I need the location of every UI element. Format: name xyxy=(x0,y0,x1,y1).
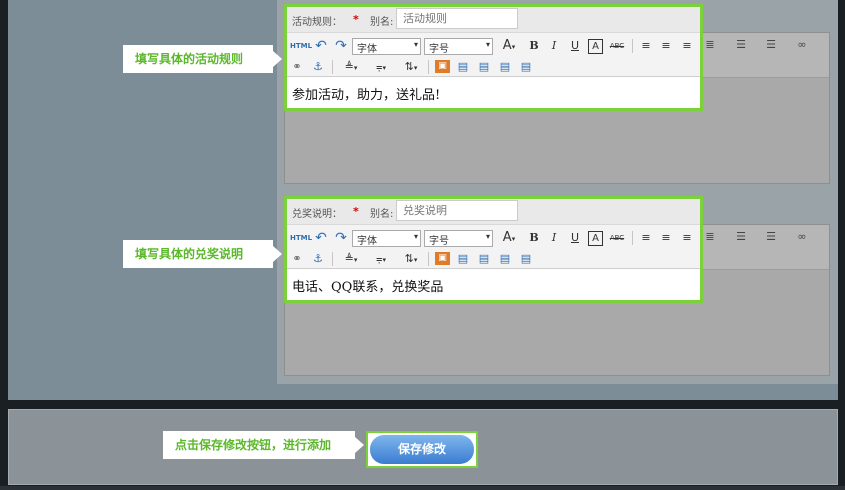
redeem-editor: 兑奖说明： * 别名: HTML ↶ ↷ 字体▾ 字号▾ A▾ B I U A … xyxy=(284,196,703,303)
font-color-icon[interactable]: A▾ xyxy=(498,230,520,246)
underline-icon[interactable]: U xyxy=(568,230,582,246)
save-button[interactable]: 保存修改 xyxy=(370,435,474,464)
unlink-icon[interactable]: ⚭ xyxy=(290,251,304,267)
align-right-icon[interactable]: ≡ xyxy=(680,38,694,54)
ordered-list-icon[interactable]: ☰ xyxy=(728,37,754,53)
strikethrough-icon[interactable]: ABC xyxy=(608,230,626,246)
insert-image-icon[interactable]: ▣ xyxy=(435,252,450,265)
rules-label-row: 活动规则： * 别名: xyxy=(287,7,700,35)
alias-label: 别名: xyxy=(370,17,394,28)
redeem-label-row: 兑奖说明： * 别名: xyxy=(287,199,700,227)
undo-icon[interactable]: ↶ xyxy=(313,230,329,246)
undo-icon[interactable]: ↶ xyxy=(313,38,329,54)
link-icon[interactable]: ∞ xyxy=(794,229,810,245)
image-left-icon[interactable]: ▤ xyxy=(456,59,470,75)
align-center-icon[interactable]: ≡ xyxy=(659,38,673,54)
save-callout: 点击保存修改按钮，进行添加 xyxy=(163,431,364,459)
align-right-icon[interactable]: ≡ xyxy=(680,230,694,246)
font-color-icon[interactable]: A▾ xyxy=(498,38,520,54)
html-source-icon[interactable]: HTML xyxy=(290,230,312,246)
line-height-icon[interactable]: ≜▾ xyxy=(339,59,363,75)
anchor-icon[interactable]: ⚓ xyxy=(311,251,325,267)
line-height-icon[interactable]: ≜▾ xyxy=(339,251,363,267)
redo-icon[interactable]: ↷ xyxy=(333,38,349,54)
align-left-icon[interactable]: ≡ xyxy=(639,230,653,246)
image-inline-icon[interactable]: ▤ xyxy=(498,59,512,75)
justify-icon[interactable]: ≣ xyxy=(703,37,717,53)
redeem-content[interactable]: 电话、QQ联系，兑换奖品 xyxy=(292,276,443,295)
font-size-select[interactable]: 字号 ▾ xyxy=(424,38,493,55)
font-size-select[interactable]: 字号 ▾ xyxy=(424,230,493,247)
strikethrough-icon[interactable]: ABC xyxy=(608,38,626,54)
bold-icon[interactable]: B xyxy=(527,230,541,246)
required-mark: * xyxy=(353,13,359,26)
link-icon[interactable]: ∞ xyxy=(794,37,810,53)
italic-icon[interactable]: I xyxy=(547,38,561,54)
anchor-icon[interactable]: ⚓ xyxy=(311,59,325,75)
paragraph-spacing-icon[interactable]: ⩦▾ xyxy=(369,59,393,75)
font-family-select[interactable]: 字体 ▾ xyxy=(352,230,421,247)
font-box-icon[interactable]: A xyxy=(588,231,603,246)
bold-icon[interactable]: B xyxy=(527,38,541,54)
justify-icon[interactable]: ≣ xyxy=(703,229,717,245)
align-center-icon[interactable]: ≡ xyxy=(659,230,673,246)
html-source-icon[interactable]: HTML xyxy=(290,38,312,54)
redeem-callout: 填写具体的兑奖说明 xyxy=(123,240,282,268)
image-right-icon[interactable]: ▤ xyxy=(477,251,491,267)
required-mark: * xyxy=(353,205,359,218)
image-center-icon[interactable]: ▤ xyxy=(519,251,533,267)
unordered-list-icon[interactable]: ☰ xyxy=(758,229,784,245)
redeem-toolbar: HTML ↶ ↷ 字体 ▾ 字号 ▾ A▾ B I U A ABC ≡ ≡ ≡ ⚭ … xyxy=(287,224,700,269)
row-spacing-icon[interactable]: ⇅▾ xyxy=(399,59,423,75)
bottom-border xyxy=(0,486,845,490)
image-left-icon[interactable]: ▤ xyxy=(456,251,470,267)
unlink-icon[interactable]: ⚭ xyxy=(290,59,304,75)
rules-alias-input[interactable] xyxy=(396,8,518,29)
unordered-list-icon[interactable]: ☰ xyxy=(758,37,784,53)
redo-icon[interactable]: ↷ xyxy=(333,230,349,246)
row-spacing-icon[interactable]: ⇅▾ xyxy=(399,251,423,267)
insert-image-icon[interactable]: ▣ xyxy=(435,60,450,73)
image-center-icon[interactable]: ▤ xyxy=(519,59,533,75)
rules-label: 活动规则： xyxy=(292,17,342,28)
redeem-alias-input[interactable] xyxy=(396,200,518,221)
rules-editor: 活动规则： * 别名: HTML ↶ ↷ 字体▾ 字号▾ A▾ B I U A … xyxy=(284,4,703,111)
font-box-icon[interactable]: A xyxy=(588,39,603,54)
image-right-icon[interactable]: ▤ xyxy=(477,59,491,75)
rules-toolbar: HTML ↶ ↷ 字体 ▾ 字号 ▾ A▾ B I U A ABC ≡ ≡ ≡ ⚭ … xyxy=(287,32,700,77)
italic-icon[interactable]: I xyxy=(547,230,561,246)
save-button-highlight: 保存修改 xyxy=(366,431,478,468)
font-family-select[interactable]: 字体 ▾ xyxy=(352,38,421,55)
paragraph-spacing-icon[interactable]: ⩦▾ xyxy=(369,251,393,267)
image-inline-icon[interactable]: ▤ xyxy=(498,251,512,267)
rules-content[interactable]: 参加活动，助力，送礼品! xyxy=(292,84,440,103)
underline-icon[interactable]: U xyxy=(568,38,582,54)
redeem-label: 兑奖说明： xyxy=(292,209,342,220)
ordered-list-icon[interactable]: ☰ xyxy=(728,229,754,245)
align-left-icon[interactable]: ≡ xyxy=(639,38,653,54)
rules-callout: 填写具体的活动规则 xyxy=(123,45,282,73)
alias-label: 别名: xyxy=(370,209,394,220)
